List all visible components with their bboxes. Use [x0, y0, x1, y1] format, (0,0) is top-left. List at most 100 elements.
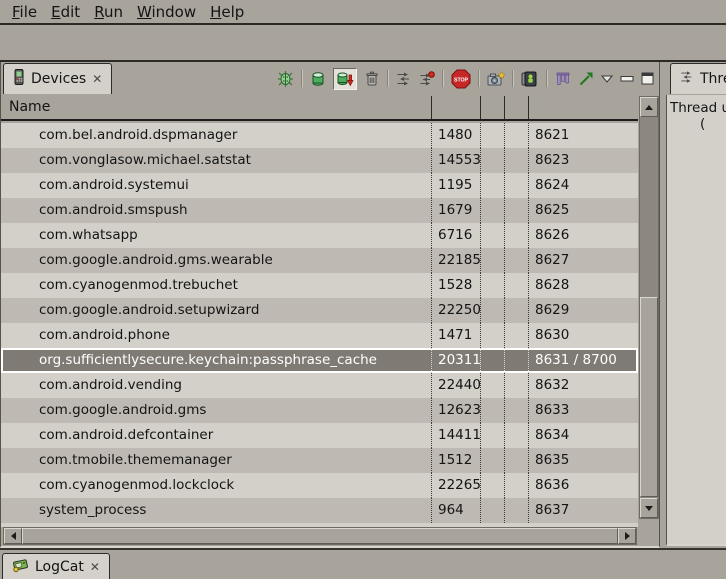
menu-bar: File Edit Run Window Help	[0, 0, 726, 25]
empty-cell	[504, 298, 528, 323]
debug-bug-icon[interactable]	[277, 71, 294, 87]
table-row[interactable]: org.sufficientlysecure.keychain:passphra…	[1, 348, 638, 373]
process-pid: 1480	[431, 123, 480, 148]
process-port: 8634	[528, 423, 638, 448]
scroll-left-button[interactable]	[4, 528, 22, 544]
process-name: com.whatsapp	[1, 223, 431, 248]
toolbar-separator	[546, 70, 548, 87]
process-pid: 22185	[431, 248, 480, 273]
empty-cell	[504, 473, 528, 498]
empty-cell	[480, 123, 504, 148]
process-name: com.android.phone	[1, 323, 431, 348]
table-row[interactable]: com.android.smspush 1679 8625	[1, 198, 638, 223]
close-icon[interactable]: ✕	[90, 561, 100, 573]
view-menu-icon[interactable]	[601, 75, 613, 83]
process-pid: 20311	[431, 348, 480, 373]
tab-logcat[interactable]: LogCat ✕	[2, 553, 110, 579]
vertical-scrollbar[interactable]	[639, 96, 659, 519]
horizontal-scrollbar-thumb[interactable]	[22, 528, 618, 544]
systrace-icon[interactable]	[578, 71, 594, 87]
process-name: com.android.defcontainer	[1, 423, 431, 448]
table-row[interactable]: com.android.defcontainer 14411 8634	[1, 423, 638, 448]
table-row[interactable]: com.tmobile.thememanager 1512 8635	[1, 448, 638, 473]
tab-threads[interactable]: Threads	[670, 63, 726, 94]
toolbar-separator	[512, 70, 514, 87]
process-name: com.android.smspush	[1, 198, 431, 223]
column-divider[interactable]	[480, 96, 481, 119]
column-header-name[interactable]: Name	[1, 99, 50, 115]
start-method-profiling-icon[interactable]	[419, 71, 435, 87]
process-port: 8630	[528, 323, 638, 348]
hierarchy-view-icon[interactable]	[555, 71, 571, 87]
menu-run[interactable]: Run	[92, 3, 135, 21]
table-row[interactable]: com.cyanogenmod.lockclock 22265 8636	[1, 473, 638, 498]
process-port: 8621	[528, 123, 638, 148]
table-row[interactable]: com.google.android.gms.wearable 22185 86…	[1, 248, 638, 273]
update-threads-icon[interactable]	[396, 71, 412, 87]
logcat-pane: LogCat ✕	[0, 548, 726, 577]
scroll-right-button[interactable]	[618, 528, 636, 544]
empty-cell	[480, 323, 504, 348]
cause-gc-icon[interactable]	[364, 71, 380, 87]
process-name: com.cyanogenmod.lockclock	[1, 473, 431, 498]
process-name: com.android.vending	[1, 373, 431, 398]
empty-cell	[504, 273, 528, 298]
table-row[interactable]: com.vonglasow.michael.satstat 14553 8623	[1, 148, 638, 173]
table-row[interactable]: com.google.android.gms 12623 8633	[1, 398, 638, 423]
process-name: system_process	[1, 498, 431, 523]
process-port: 8624	[528, 173, 638, 198]
column-divider[interactable]	[528, 96, 529, 119]
process-pid: 1679	[431, 198, 480, 223]
table-row[interactable]: com.android.systemui 1195 8624	[1, 173, 638, 198]
dump-hprof-icon[interactable]	[333, 68, 357, 90]
table-row[interactable]: com.bel.android.dspmanager 1480 8621	[1, 123, 638, 148]
tab-logcat-label: LogCat	[35, 559, 84, 575]
process-pid: 1528	[431, 273, 480, 298]
menu-edit[interactable]: Edit	[49, 3, 92, 21]
empty-cell	[480, 173, 504, 198]
close-icon[interactable]: ✕	[92, 73, 102, 85]
process-pid: 1512	[431, 448, 480, 473]
empty-cell	[504, 498, 528, 523]
scroll-up-button[interactable]	[640, 97, 658, 117]
tab-devices[interactable]: Devices ✕	[3, 63, 112, 94]
empty-cell	[480, 498, 504, 523]
process-name: org.sufficientlysecure.keychain:passphra…	[1, 348, 431, 373]
empty-cell	[480, 348, 504, 373]
minimize-icon[interactable]	[620, 75, 634, 83]
column-divider[interactable]	[431, 96, 432, 119]
table-row[interactable]: com.android.vending 22440 8632	[1, 373, 638, 398]
update-heap-icon[interactable]	[310, 71, 326, 87]
main-toolbar-strip	[0, 27, 726, 62]
stop-process-icon[interactable]: STOP	[451, 69, 471, 89]
empty-cell	[504, 398, 528, 423]
table-row[interactable]: com.whatsapp 6716 8626	[1, 223, 638, 248]
empty-cell	[504, 373, 528, 398]
maximize-icon[interactable]	[641, 72, 654, 85]
table-row[interactable]: com.google.android.setupwizard 22250 862…	[1, 298, 638, 323]
table-row[interactable]: com.cyanogenmod.trebuchet 1528 8628	[1, 273, 638, 298]
empty-cell	[480, 198, 504, 223]
menu-window[interactable]: Window	[135, 3, 208, 21]
process-name: com.android.systemui	[1, 173, 431, 198]
horizontal-scrollbar[interactable]	[3, 527, 637, 545]
empty-cell	[504, 423, 528, 448]
vertical-scrollbar-thumb[interactable]	[640, 297, 658, 497]
device-capture-icon[interactable]	[521, 71, 539, 87]
menu-file[interactable]: File	[10, 3, 49, 21]
process-port: 8637	[528, 498, 638, 523]
devices-toolbar: STOP	[277, 64, 654, 93]
table-row[interactable]: com.android.phone 1471 8630	[1, 323, 638, 348]
table-row[interactable]: system_process 964 8637	[1, 498, 638, 523]
process-port: 8635	[528, 448, 638, 473]
scroll-down-button[interactable]	[640, 498, 658, 518]
process-port: 8627	[528, 248, 638, 273]
process-port: 8636	[528, 473, 638, 498]
process-name: com.cyanogenmod.trebuchet	[1, 273, 431, 298]
empty-cell	[504, 148, 528, 173]
empty-cell	[504, 248, 528, 273]
column-divider[interactable]	[504, 96, 505, 119]
screen-capture-icon[interactable]	[487, 71, 505, 87]
menu-help[interactable]: Help	[208, 3, 256, 21]
process-name: com.google.android.setupwizard	[1, 298, 431, 323]
